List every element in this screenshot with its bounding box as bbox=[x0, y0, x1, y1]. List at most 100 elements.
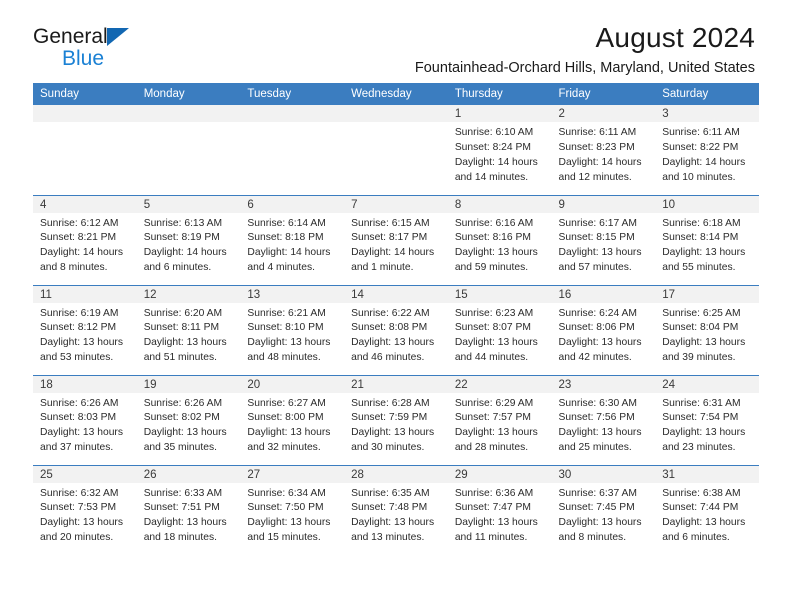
calendar-day-cell[interactable]: 29 Sunrise: 6:36 AM Sunset: 7:47 PM Dayligh… bbox=[447, 464, 552, 555]
calendar-week-row: 11 Sunrise: 6:19 AM Sunset: 8:12 PM Dayligh… bbox=[33, 284, 759, 375]
calendar-week-row: 1 Sunrise: 6:10 AM Sunset: 8:24 PM Daylight… bbox=[33, 105, 759, 195]
day-detail-line: Sunrise: 6:27 AM bbox=[247, 397, 326, 409]
calendar-day-cell[interactable]: 11 Sunrise: 6:19 AM Sunset: 8:12 PM Dayligh… bbox=[33, 284, 137, 375]
day-number bbox=[344, 105, 448, 122]
day-number: 15 bbox=[447, 285, 552, 303]
day-detail-line: Sunset: 8:11 PM bbox=[143, 322, 220, 334]
day-detail-line: Sunset: 8:12 PM bbox=[40, 322, 117, 334]
day-detail-line: Sunrise: 6:10 AM bbox=[454, 127, 534, 138]
calendar-week-row: 4 Sunrise: 6:12 AM Sunset: 8:21 PM Daylight… bbox=[33, 194, 759, 285]
day-detail-line: and 13 minutes. bbox=[351, 532, 425, 544]
day-detail-line: Sunrise: 6:14 AM bbox=[247, 217, 326, 229]
day-number: 22 bbox=[447, 375, 552, 393]
day-detail-line: and 59 minutes. bbox=[454, 262, 529, 274]
calendar-day-cell[interactable]: 1 Sunrise: 6:10 AM Sunset: 8:24 PM Daylight… bbox=[447, 105, 552, 195]
day-detail-line: Daylight: 13 hours bbox=[454, 247, 538, 259]
calendar-day-cell[interactable]: 30 Sunrise: 6:37 AM Sunset: 7:45 PM Dayligh… bbox=[551, 464, 656, 555]
day-detail: Sunrise: 6:33 AM Sunset: 7:51 PM Daylight:… bbox=[137, 483, 241, 547]
calendar-day-cell[interactable]: 22 Sunrise: 6:29 AM Sunset: 7:57 PM Dayligh… bbox=[447, 374, 552, 465]
day-detail-line: Sunrise: 6:13 AM bbox=[143, 217, 223, 229]
day-detail-line: and 4 minutes. bbox=[247, 262, 315, 274]
day-detail-line: and 6 minutes. bbox=[143, 262, 212, 274]
calendar-day-cell[interactable]: 14 Sunrise: 6:22 AM Sunset: 8:08 PM Dayligh… bbox=[344, 284, 448, 375]
day-detail-line: and 32 minutes. bbox=[247, 442, 321, 454]
calendar-day-cell[interactable]: 20 Sunrise: 6:27 AM Sunset: 8:00 PM Dayligh… bbox=[240, 374, 345, 465]
day-detail-line: and 12 minutes. bbox=[558, 171, 632, 183]
day-detail-line: Sunrise: 6:30 AM bbox=[558, 397, 637, 409]
calendar-day-cell[interactable]: 23 Sunrise: 6:30 AM Sunset: 7:56 PM Dayligh… bbox=[551, 374, 656, 465]
day-detail-line: Sunset: 8:23 PM bbox=[558, 141, 635, 153]
day-detail-line: Sunrise: 6:36 AM bbox=[454, 487, 534, 499]
day-detail-line: Daylight: 13 hours bbox=[351, 337, 435, 349]
day-detail: Sunrise: 6:11 AM Sunset: 8:23 PM Daylight:… bbox=[552, 122, 656, 186]
calendar-day-cell[interactable]: 26 Sunrise: 6:33 AM Sunset: 7:51 PM Dayligh… bbox=[136, 464, 241, 555]
calendar-day-cell[interactable]: 4 Sunrise: 6:12 AM Sunset: 8:21 PM Daylight… bbox=[33, 194, 137, 285]
day-detail-line: Sunrise: 6:11 AM bbox=[662, 127, 740, 138]
calendar-day-cell[interactable]: 27 Sunrise: 6:34 AM Sunset: 7:50 PM Dayligh… bbox=[240, 464, 345, 555]
day-detail-line: Sunrise: 6:20 AM bbox=[143, 307, 223, 319]
day-detail-line: Daylight: 13 hours bbox=[662, 427, 746, 439]
day-detail-line: Sunset: 7:53 PM bbox=[40, 502, 117, 514]
calendar-day-cell[interactable]: 13 Sunrise: 6:21 AM Sunset: 8:10 PM Dayligh… bbox=[240, 284, 345, 375]
weekday-header-friday: Friday bbox=[551, 83, 656, 105]
day-number: 5 bbox=[136, 195, 241, 213]
day-number: 28 bbox=[344, 465, 448, 483]
calendar-day-cell[interactable]: 17 Sunrise: 6:25 AM Sunset: 8:04 PM Dayligh… bbox=[655, 284, 759, 375]
day-detail: Sunrise: 6:37 AM Sunset: 7:45 PM Daylight:… bbox=[552, 483, 656, 547]
day-detail-line: Sunset: 8:03 PM bbox=[40, 412, 117, 424]
calendar-day-cell[interactable]: 6 Sunrise: 6:14 AM Sunset: 8:18 PM Daylight… bbox=[240, 194, 345, 285]
calendar-day-cell[interactable]: 31 Sunrise: 6:38 AM Sunset: 7:44 PM Dayligh… bbox=[655, 464, 759, 555]
day-detail: Sunrise: 6:21 AM Sunset: 8:10 PM Daylight:… bbox=[240, 303, 344, 367]
day-detail-line: Daylight: 14 hours bbox=[247, 247, 331, 259]
day-detail-line: Daylight: 13 hours bbox=[143, 427, 227, 439]
weekday-header-wednesday: Wednesday bbox=[344, 83, 448, 105]
day-detail: Sunrise: 6:13 AM Sunset: 8:19 PM Daylight:… bbox=[137, 213, 241, 277]
day-number bbox=[136, 105, 241, 122]
day-detail-line: Daylight: 13 hours bbox=[247, 337, 331, 349]
day-detail-line: and 37 minutes. bbox=[40, 442, 114, 454]
calendar-day-cell[interactable]: 16 Sunrise: 6:24 AM Sunset: 8:06 PM Dayligh… bbox=[551, 284, 656, 375]
calendar-day-cell[interactable]: 8 Sunrise: 6:16 AM Sunset: 8:16 PM Daylight… bbox=[447, 194, 552, 285]
day-detail-line: and 39 minutes. bbox=[662, 352, 736, 364]
day-detail-line: Sunset: 7:44 PM bbox=[662, 502, 739, 514]
calendar-day-cell[interactable]: 28 Sunrise: 6:35 AM Sunset: 7:48 PM Dayligh… bbox=[344, 464, 448, 555]
calendar-day-cell[interactable]: 7 Sunrise: 6:15 AM Sunset: 8:17 PM Daylight… bbox=[344, 194, 448, 285]
day-number: 23 bbox=[551, 375, 656, 393]
day-detail-line: Sunset: 8:06 PM bbox=[558, 322, 635, 334]
day-detail-line: Sunrise: 6:24 AM bbox=[558, 307, 637, 319]
calendar-week-row: 25 Sunrise: 6:32 AM Sunset: 7:53 PM Dayligh… bbox=[33, 464, 759, 555]
day-detail bbox=[136, 122, 241, 126]
day-detail: Sunrise: 6:10 AM Sunset: 8:24 PM Daylight:… bbox=[448, 122, 552, 186]
day-detail: Sunrise: 6:11 AM Sunset: 8:22 PM Daylight:… bbox=[655, 122, 759, 186]
calendar-day-cell[interactable]: 21 Sunrise: 6:28 AM Sunset: 7:59 PM Dayligh… bbox=[344, 374, 448, 465]
day-number: 13 bbox=[240, 285, 345, 303]
calendar-day-cell[interactable]: 5 Sunrise: 6:13 AM Sunset: 8:19 PM Daylight… bbox=[136, 194, 241, 285]
general-blue-logo[interactable]: General Blue bbox=[33, 26, 233, 76]
day-number: 26 bbox=[136, 465, 241, 483]
calendar-day-cell[interactable]: 19 Sunrise: 6:26 AM Sunset: 8:02 PM Dayligh… bbox=[136, 374, 241, 465]
day-detail-line: Sunrise: 6:28 AM bbox=[351, 397, 430, 409]
day-detail-line: Sunrise: 6:12 AM bbox=[40, 217, 119, 229]
day-detail: Sunrise: 6:34 AM Sunset: 7:50 PM Daylight:… bbox=[240, 483, 344, 547]
day-detail-line: Sunset: 8:02 PM bbox=[143, 412, 220, 424]
day-detail: Sunrise: 6:14 AM Sunset: 8:18 PM Daylight:… bbox=[240, 213, 344, 277]
day-detail: Sunrise: 6:24 AM Sunset: 8:06 PM Daylight:… bbox=[552, 303, 656, 367]
calendar-day-cell[interactable]: 12 Sunrise: 6:20 AM Sunset: 8:11 PM Dayligh… bbox=[136, 284, 241, 375]
day-detail-line: Sunset: 8:14 PM bbox=[662, 232, 739, 244]
calendar-day-cell[interactable]: 15 Sunrise: 6:23 AM Sunset: 8:07 PM Dayligh… bbox=[447, 284, 552, 375]
day-number: 30 bbox=[551, 465, 656, 483]
calendar-day-cell[interactable]: 2 Sunrise: 6:11 AM Sunset: 8:23 PM Daylight… bbox=[551, 105, 656, 195]
day-detail-line: Sunset: 7:45 PM bbox=[558, 502, 635, 514]
calendar-day-cell[interactable]: 3 Sunrise: 6:11 AM Sunset: 8:22 PM Daylight… bbox=[655, 105, 759, 195]
day-detail bbox=[344, 122, 448, 126]
day-detail-line: Daylight: 13 hours bbox=[40, 427, 123, 439]
calendar-day-cell[interactable]: 9 Sunrise: 6:17 AM Sunset: 8:15 PM Daylight… bbox=[551, 194, 656, 285]
calendar-day-cell[interactable]: 18 Sunrise: 6:26 AM Sunset: 8:03 PM Dayligh… bbox=[33, 374, 137, 465]
day-number: 6 bbox=[240, 195, 345, 213]
day-number: 14 bbox=[344, 285, 448, 303]
calendar-day-cell[interactable]: 25 Sunrise: 6:32 AM Sunset: 7:53 PM Dayligh… bbox=[33, 464, 137, 555]
day-detail-line: Sunrise: 6:23 AM bbox=[454, 307, 534, 319]
calendar-day-cell[interactable]: 10 Sunrise: 6:18 AM Sunset: 8:14 PM Dayligh… bbox=[655, 194, 759, 285]
calendar-day-cell[interactable]: 24 Sunrise: 6:31 AM Sunset: 7:54 PM Dayligh… bbox=[655, 374, 759, 465]
day-detail: Sunrise: 6:12 AM Sunset: 8:21 PM Daylight:… bbox=[33, 213, 137, 277]
